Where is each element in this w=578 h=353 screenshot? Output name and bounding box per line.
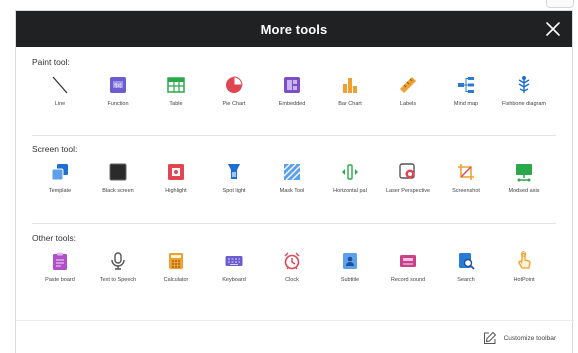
tool-label: Modsed axis <box>508 188 540 194</box>
tool-spot-light[interactable]: Spot light <box>204 162 264 212</box>
keyboard-icon <box>225 256 243 266</box>
clipboard-icon <box>53 252 67 270</box>
tool-mask[interactable]: Mask Tool <box>262 162 322 212</box>
dialog-titlebar: More tools <box>16 11 572 47</box>
tool-table[interactable]: Table <box>146 75 206 125</box>
tool-clock[interactable]: Clock <box>262 251 322 301</box>
window-corner-button[interactable] <box>546 0 574 8</box>
calculator-icon <box>169 253 183 269</box>
svg-text:f(x): f(x) <box>114 83 122 89</box>
mask-icon <box>283 163 301 181</box>
tool-black-screen[interactable]: Black screen <box>88 162 148 212</box>
other-tool-list: Paste board Text to Speech Calculator Ke… <box>16 251 574 301</box>
paint-tool-list: Line f(x) Function Table Pie Chart Embed… <box>16 75 574 125</box>
section-divider <box>32 223 556 224</box>
screenshot-icon <box>458 164 474 180</box>
fishbone-icon <box>518 76 530 93</box>
edit-icon <box>483 331 496 344</box>
laser-icon <box>399 163 415 179</box>
tool-subtitle[interactable]: Subtitle <box>320 251 380 301</box>
dialog-title: More tools <box>260 21 328 37</box>
line-icon <box>52 76 68 94</box>
tool-fishbone[interactable]: Fishbone diagram <box>494 75 554 125</box>
customize-toolbar-button[interactable]: Customize toolbar <box>483 331 556 345</box>
tool-paste-board[interactable]: Paste board <box>30 251 90 301</box>
tool-calculator[interactable]: Calculator <box>146 251 206 301</box>
hotpoint-icon <box>518 251 531 269</box>
tool-function[interactable]: f(x) Function <box>88 75 148 125</box>
footer-divider <box>16 320 574 321</box>
section-label-screen: Screen tool: <box>32 144 78 154</box>
tool-label: HotPoint <box>513 277 535 283</box>
tool-text-to-speech[interactable]: Text to Speech <box>88 251 148 301</box>
subtitle-icon <box>343 253 357 269</box>
table-icon <box>167 77 185 93</box>
tool-highlight[interactable]: Highlight <box>146 162 206 212</box>
template-icon <box>51 164 68 181</box>
tool-template[interactable]: Template <box>30 162 90 212</box>
tool-record-sound[interactable]: Record sound <box>378 251 438 301</box>
highlight-icon <box>168 164 184 180</box>
tool-labels[interactable]: Labels <box>378 75 438 125</box>
record-icon <box>400 255 416 267</box>
section-divider <box>32 135 556 136</box>
bar-chart-icon <box>343 78 357 93</box>
section-label-paint: Paint tool: <box>32 57 70 67</box>
close-icon[interactable] <box>544 20 562 38</box>
ruler-icon <box>400 77 416 93</box>
tool-horizontal[interactable]: Horizontal pal <box>320 162 380 212</box>
tool-embedded[interactable]: Embedded <box>262 75 322 125</box>
axis-icon <box>516 164 532 182</box>
screen-tool-list: Template Black screen Highlight Spot lig… <box>16 162 574 212</box>
tool-label: Fishbone diagram <box>501 101 547 107</box>
tool-screenshot[interactable]: Screenshot <box>436 162 496 212</box>
tool-mind-map[interactable]: Mind map <box>436 75 496 125</box>
function-icon: f(x) <box>110 77 126 93</box>
tool-line[interactable]: Line <box>30 75 90 125</box>
microphone-icon <box>111 252 125 270</box>
section-label-other: Other tools: <box>32 233 76 243</box>
horizontal-icon <box>342 164 358 180</box>
tool-laser[interactable]: Laser Perspective <box>378 162 438 212</box>
customize-toolbar-label: Customize toolbar <box>503 334 556 342</box>
tool-search[interactable]: Search <box>436 251 496 301</box>
tool-bar-chart[interactable]: Bar Chart <box>320 75 380 125</box>
pie-chart-icon <box>226 76 243 93</box>
embedded-icon <box>284 77 300 93</box>
alarm-clock-icon <box>284 252 300 270</box>
more-tools-dialog: More tools Paint tool: Line f(x) Functio… <box>15 10 574 353</box>
tool-hotpoint[interactable]: HotPoint <box>494 251 554 301</box>
search-icon <box>459 253 475 270</box>
tool-pie-chart[interactable]: Pie Chart <box>204 75 264 125</box>
tool-keyboard[interactable]: Keyboard <box>204 251 264 301</box>
mind-map-icon <box>458 77 474 93</box>
black-screen-icon <box>109 163 127 181</box>
spotlight-icon <box>228 164 240 179</box>
tool-axis[interactable]: Modsed axis <box>494 162 554 212</box>
